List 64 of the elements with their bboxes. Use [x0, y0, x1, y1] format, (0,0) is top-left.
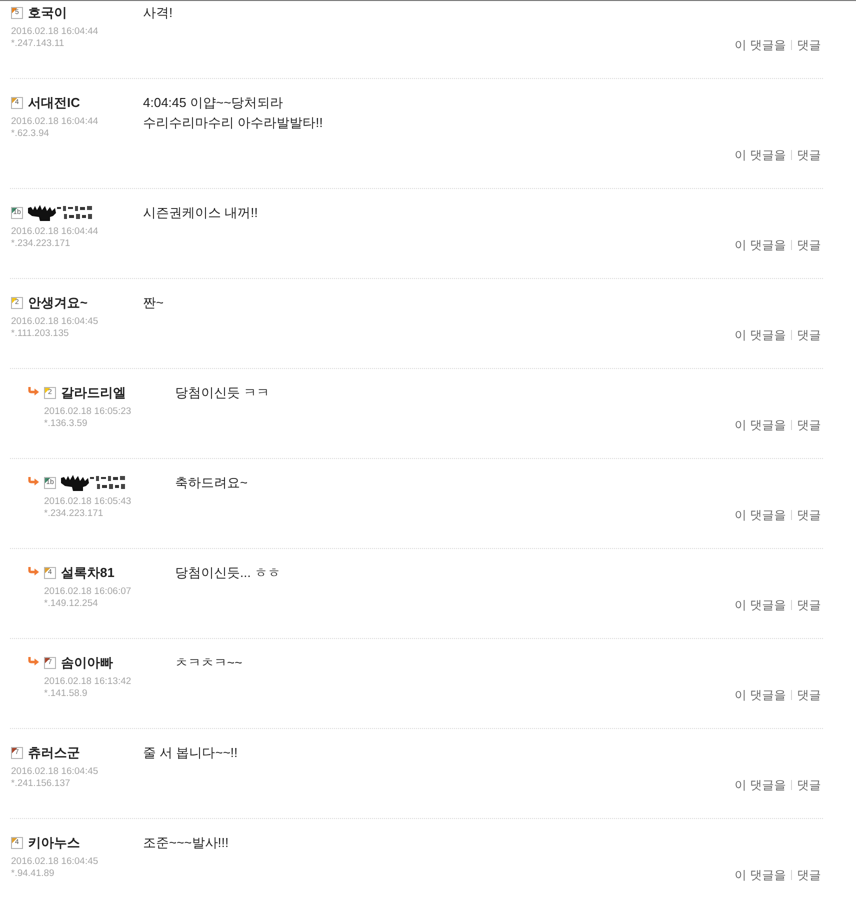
ip-address: *.136.3.59	[44, 418, 88, 430]
reply-link[interactable]: 댓글	[797, 597, 821, 613]
ip-address: *.234.223.171	[44, 508, 104, 520]
reply-link[interactable]: 댓글	[797, 37, 821, 53]
nickname[interactable]: 갈라드리엘	[61, 383, 126, 403]
reply-link[interactable]: 댓글	[797, 507, 821, 523]
comment-menu-link[interactable]: 이 댓글을	[734, 867, 786, 883]
nickname[interactable]: 키아누스	[28, 833, 80, 853]
ip-address: *.234.223.171	[11, 238, 70, 250]
comment-date: 2016.02.18 16:04:44	[11, 116, 98, 128]
reply-link[interactable]: 댓글	[797, 327, 821, 343]
ip-address: *.62.3.94	[11, 128, 50, 140]
comment-date: 2016.02.18 16:13:42	[44, 676, 132, 688]
comment-text: 당첨이신듯... ㅎㅎ	[175, 564, 280, 582]
ip-address: *.94.41.89	[11, 868, 54, 880]
reply-arrow-icon	[28, 476, 39, 486]
comment-text: ㅊㅋㅊㅋ~~	[175, 654, 242, 672]
comment-date: 2016.02.18 16:04:45	[11, 856, 98, 868]
ip-address: *.141.58.9	[44, 688, 88, 700]
comment-date: 2016.02.18 16:05:23	[44, 406, 132, 418]
comment-menu-link[interactable]: 이 댓글을	[734, 327, 786, 343]
nickname[interactable]: 서대전IC	[28, 93, 80, 113]
comment-menu-link[interactable]: 이 댓글을	[734, 37, 786, 53]
comment-text: 축하드려요~	[175, 474, 248, 492]
nickname[interactable]: 설록차81	[61, 563, 114, 583]
nickname[interactable]: 솜이아빠	[61, 653, 113, 673]
ip-address: *.149.12.254	[44, 598, 98, 610]
nickname[interactable]: 안생겨요~	[28, 293, 88, 313]
reply-link[interactable]: 댓글	[797, 777, 821, 793]
reply-link[interactable]: 댓글	[797, 147, 821, 163]
comment-text: 4:04:45 이얍~~당처되라 수리수리마수리 아수라발발타!!	[143, 94, 323, 132]
comment-date: 2016.02.18 16:04:45	[11, 766, 98, 778]
comment-text: 짠~	[143, 294, 164, 312]
comment-menu-link[interactable]: 이 댓글을	[734, 507, 786, 523]
comment-text: 사격!	[143, 4, 173, 22]
comment-menu-link[interactable]: 이 댓글을	[734, 237, 786, 253]
ip-address: *.111.203.135	[11, 328, 69, 340]
comment-date: 2016.02.18 16:04:45	[11, 316, 98, 328]
comment-text: 조준~~~발사!!!	[143, 834, 229, 852]
reply-arrow-icon	[28, 566, 39, 576]
reply-arrow-icon	[28, 656, 39, 666]
comment-menu-link[interactable]: 이 댓글을	[734, 687, 786, 703]
ip-address: *.241.156.137	[11, 778, 70, 790]
comment-date: 2016.02.18 16:05:43	[44, 496, 132, 508]
reply-link[interactable]: 댓글	[797, 867, 821, 883]
comment-text: 줄 서 봅니다~~!!	[143, 744, 238, 762]
comment-menu-link[interactable]: 이 댓글을	[734, 417, 786, 433]
reply-link[interactable]: 댓글	[797, 237, 821, 253]
nickname-image-drawing[interactable]	[28, 205, 94, 221]
nickname[interactable]: 호국이	[28, 3, 67, 23]
comment-date: 2016.02.18 16:04:44	[11, 26, 98, 38]
comment-menu-link[interactable]: 이 댓글을	[734, 147, 786, 163]
nickname-image-drawing[interactable]	[61, 475, 127, 491]
comment-text: 당첨이신듯 ㅋㅋ	[175, 384, 270, 402]
comment-menu-link[interactable]: 이 댓글을	[734, 597, 786, 613]
comment-text: 시즌권케이스 내꺼!!	[143, 204, 258, 222]
reply-link[interactable]: 댓글	[797, 687, 821, 703]
reply-link[interactable]: 댓글	[797, 417, 821, 433]
comment-date: 2016.02.18 16:04:44	[11, 226, 98, 238]
ip-address: *.247.143.11	[11, 38, 64, 50]
comment-date: 2016.02.18 16:06:07	[44, 586, 132, 598]
comment-menu-link[interactable]: 이 댓글을	[734, 777, 786, 793]
reply-arrow-icon	[28, 386, 39, 396]
nickname[interactable]: 츄러스군	[28, 743, 80, 763]
